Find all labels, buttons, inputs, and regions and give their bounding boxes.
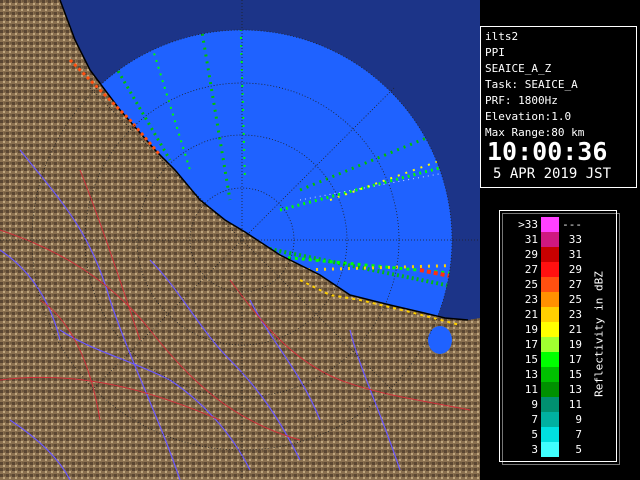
legend-swatch: [541, 397, 559, 412]
legend-row-upper: 27: [568, 278, 582, 291]
legend-row-lower: 29: [524, 248, 538, 261]
legend-swatch: [541, 427, 559, 442]
legend-swatch: [541, 307, 559, 322]
radar-name: ilts2: [485, 30, 519, 43]
legend-row-lower: 15: [524, 353, 538, 366]
legend-title-text: Reflectivity in dBZ: [592, 271, 606, 397]
scan-time: 10:00:36: [487, 137, 608, 166]
radar-ppi-display[interactable]: [0, 0, 480, 480]
legend-swatch: [541, 322, 559, 337]
legend-row-upper: 15: [568, 368, 582, 381]
legend-row-lower: 7: [531, 413, 538, 426]
legend-row-lower: >33: [518, 218, 538, 231]
legend-swatch: [541, 262, 559, 277]
legend-row-lower: 19: [524, 323, 538, 336]
legend-swatch: [541, 442, 559, 457]
legend-swatch: [541, 292, 559, 307]
legend-row-upper: 7: [575, 428, 582, 441]
legend-row-upper: 5: [575, 443, 582, 456]
legend-row-upper: 9: [575, 413, 582, 426]
task-line: Task: SEAICE_A: [485, 78, 578, 91]
legend-row-lower: 31: [524, 233, 538, 246]
legend-row-lower: 21: [524, 308, 538, 321]
legend-row-lower: 13: [524, 368, 538, 381]
legend-title: Reflectivity in dBZ: [592, 229, 606, 439]
prf-line: PRF: 1800Hz: [485, 94, 558, 107]
legend-row-lower: 17: [524, 338, 538, 351]
legend-row-upper: 25: [568, 293, 582, 306]
legend-swatch: [541, 217, 559, 232]
legend-row-upper: 23: [568, 308, 582, 321]
legend-row-lower: 3: [531, 443, 538, 456]
radar-info-panel: ilts2 PPI SEAICE_A_Z Task: SEAICE_A PRF:…: [480, 26, 637, 188]
product-name: SEAICE_A_Z: [485, 62, 552, 75]
legend-row-upper: 31: [568, 248, 582, 261]
legend-row-upper: 11: [568, 398, 582, 411]
reflectivity-legend: >33 --- 31 33 29 31 27 29 25 27 23 25 21 23 19 21 17 19 15…: [499, 210, 617, 462]
legend-row-lower: 11: [524, 383, 538, 396]
legend-row-lower: 27: [524, 263, 538, 276]
legend-row-lower: 25: [524, 278, 538, 291]
legend-swatch: [541, 352, 559, 367]
legend-swatch: [541, 382, 559, 397]
legend-row-upper: 33: [568, 233, 582, 246]
legend-swatch: [541, 277, 559, 292]
legend-row-upper: 29: [568, 263, 582, 276]
legend-swatch: [541, 247, 559, 262]
legend-row-lower: 9: [531, 398, 538, 411]
elevation-line: Elevation:1.0: [485, 110, 572, 123]
legend-row-upper: ---: [562, 218, 582, 231]
legend-row-upper: 13: [568, 383, 582, 396]
legend-row-upper: 17: [568, 353, 582, 366]
legend-row-upper: 21: [568, 323, 582, 336]
legend-row-upper: 19: [568, 338, 582, 351]
legend-swatch: [541, 367, 559, 382]
legend-swatch: [541, 337, 559, 352]
legend-row-lower: 23: [524, 293, 538, 306]
legend-swatch: [541, 412, 559, 427]
scan-mode: PPI: [485, 46, 505, 59]
legend-row-lower: 5: [531, 428, 538, 441]
legend-swatch: [541, 232, 559, 247]
legend-row: 35: [500, 442, 616, 457]
scan-date: 5 APR 2019 JST: [493, 166, 612, 182]
